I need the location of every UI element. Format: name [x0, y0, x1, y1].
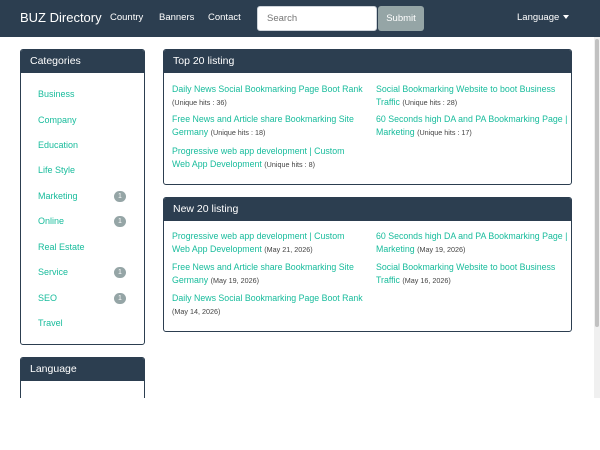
category-real-estate[interactable]: Real Estate — [38, 242, 85, 252]
new-listing-item: Free News and Article share Bookmarking … — [172, 261, 364, 287]
brand-logo[interactable]: BUZ Directory — [20, 10, 102, 25]
listing-link[interactable]: 60 Seconds high DA and PA Bookmarking Pa… — [376, 231, 567, 254]
listing-date: (May 19, 2026) — [417, 244, 466, 254]
listing-link[interactable]: Free News and Article share Bookmarking … — [172, 262, 354, 285]
category-seo[interactable]: SEO — [38, 293, 57, 303]
top-listing-header: Top 20 listing — [164, 50, 571, 73]
caret-down-icon — [563, 15, 570, 20]
language-dropdown[interactable]: Language — [517, 12, 570, 23]
categories-panel: Categories Business Company Education Li… — [20, 49, 145, 345]
browser-viewport: BUZ Directory Country Banners Contact Su… — [0, 0, 600, 398]
listing-meta: (Unique hits : 28) — [402, 97, 458, 107]
nav-contact[interactable]: Contact — [208, 12, 241, 23]
category-seo-badge: 1 — [114, 293, 126, 304]
listing-date: (May 14, 2026) — [172, 306, 221, 316]
listing-link[interactable]: Progressive web app development | Custom… — [172, 146, 344, 169]
top-listing-item: Free News and Article share Bookmarking … — [172, 113, 364, 139]
category-company[interactable]: Company — [38, 115, 77, 125]
top-listing-item: Daily News Social Bookmarking Page Boot … — [172, 83, 364, 109]
top-listing-panel: Top 20 listing Daily News Social Bookmar… — [163, 49, 572, 185]
submit-button[interactable]: Submit — [378, 6, 424, 31]
new-listing-header: New 20 listing — [164, 198, 571, 221]
new-listing-item: Social Bookmarking Website to boot Busin… — [376, 261, 568, 287]
listing-meta: (Unique hits : 17) — [417, 127, 472, 137]
category-business[interactable]: Business — [38, 89, 75, 99]
new-listing-item: 60 Seconds high DA and PA Bookmarking Pa… — [376, 230, 568, 256]
category-education[interactable]: Education — [38, 140, 78, 150]
top-navbar: BUZ Directory Country Banners Contact Su… — [0, 0, 600, 37]
category-service[interactable]: Service — [38, 267, 68, 277]
new-listing-item: Progressive web app development | Custom… — [172, 230, 364, 256]
listing-meta: (Unique hits : 36) — [172, 97, 227, 107]
categories-header: Categories — [21, 50, 144, 73]
scrollbar-thumb[interactable] — [595, 39, 599, 327]
nav-banners[interactable]: Banners — [159, 12, 194, 23]
new-listing-panel: New 20 listing Progressive web app devel… — [163, 197, 572, 332]
listing-date: (May 21, 2026) — [264, 244, 313, 254]
category-online-badge: 1 — [114, 216, 126, 227]
language-dropdown-label: Language — [517, 12, 560, 23]
category-travel[interactable]: Travel — [38, 318, 63, 328]
category-marketing[interactable]: Marketing — [38, 191, 78, 201]
listing-date: (May 16, 2026) — [402, 275, 451, 285]
nav-country[interactable]: Country — [110, 12, 143, 23]
language-panel-header: Language — [21, 358, 144, 381]
listing-link[interactable]: Daily News Social Bookmarking Page Boot … — [172, 84, 363, 94]
listing-meta: (Unique hits : 18) — [210, 127, 266, 137]
category-service-badge: 1 — [114, 267, 126, 278]
new-listing-item: Daily News Social Bookmarking Page Boot … — [172, 292, 364, 318]
category-online[interactable]: Online — [38, 216, 64, 226]
category-life-style[interactable]: Life Style — [38, 165, 75, 175]
listing-date: (May 19, 2026) — [210, 275, 259, 285]
search-input[interactable] — [257, 6, 377, 31]
listing-meta: (Unique hits : 8) — [264, 159, 316, 169]
top-listing-item: Progressive web app development | Custom… — [172, 145, 364, 171]
listing-link[interactable]: Daily News Social Bookmarking Page Boot … — [172, 293, 363, 303]
category-marketing-badge: 1 — [114, 191, 126, 202]
top-listing-item: Social Bookmarking Website to boot Busin… — [376, 83, 568, 109]
language-panel: Language — [20, 357, 145, 398]
top-listing-item: 60 Seconds high DA and PA Bookmarking Pa… — [376, 113, 568, 139]
listing-link[interactable]: Progressive web app development | Custom… — [172, 231, 344, 254]
vertical-scrollbar[interactable] — [594, 37, 600, 398]
